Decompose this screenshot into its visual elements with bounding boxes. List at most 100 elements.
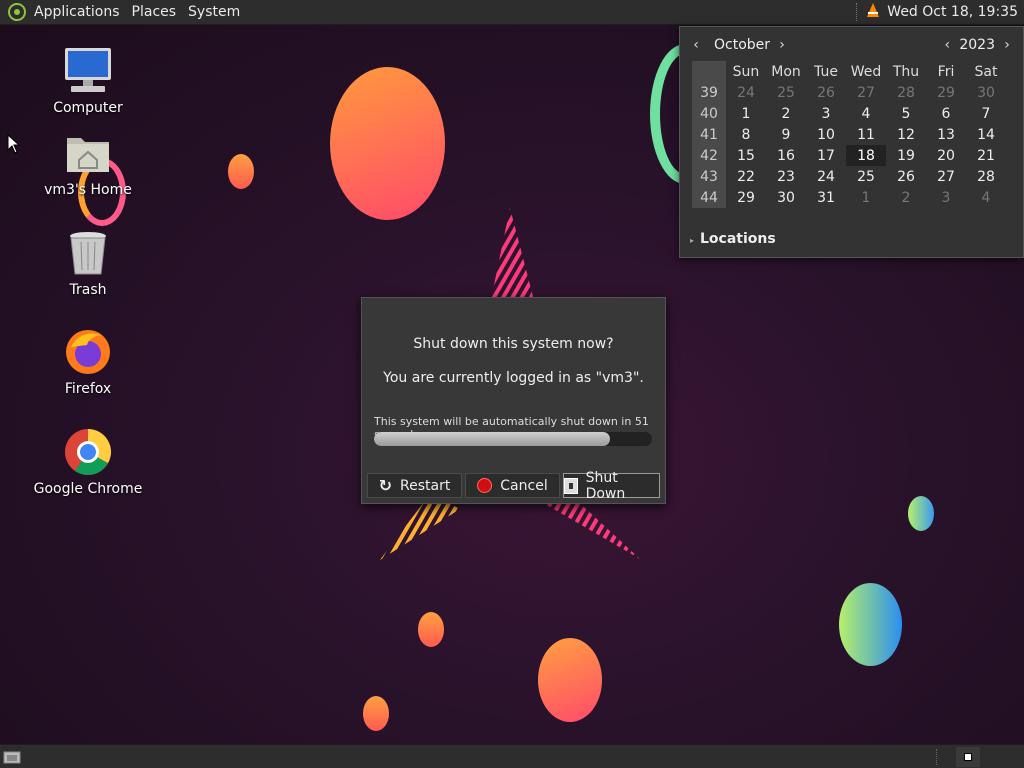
- calendar-day[interactable]: 28: [886, 82, 926, 103]
- calendar-day[interactable]: 15: [726, 145, 766, 166]
- show-desktop-icon[interactable]: [3, 749, 21, 764]
- calendar-day[interactable]: 24: [726, 82, 766, 103]
- calendar-day[interactable]: 13: [926, 124, 966, 145]
- calendar-day[interactable]: 8: [726, 124, 766, 145]
- restart-button[interactable]: ↻ Restart: [367, 473, 462, 498]
- desktop-icon-home[interactable]: vm3's Home: [28, 128, 148, 198]
- calendar-day[interactable]: 27: [846, 82, 886, 103]
- next-year-icon[interactable]: ›: [999, 37, 1015, 53]
- bottom-panel: [0, 744, 1024, 768]
- calendar-day[interactable]: 3: [926, 187, 966, 208]
- desktop-icon-chrome[interactable]: Google Chrome: [28, 427, 148, 497]
- panel-right-area: Wed Oct 18, 19:35: [856, 2, 1024, 22]
- desktop-icon-firefox[interactable]: Firefox: [28, 327, 148, 397]
- panel-clock[interactable]: Wed Oct 18, 19:35: [881, 4, 1018, 20]
- restart-label: Restart: [400, 477, 451, 494]
- restart-icon: ↻: [378, 476, 393, 495]
- calendar-day[interactable]: 4: [966, 187, 1006, 208]
- weeknum-header: [692, 61, 726, 82]
- dialog-button-row: ↻ Restart Cancel Shut Down: [367, 470, 660, 502]
- week-number: 42: [692, 145, 726, 166]
- calendar-day[interactable]: 26: [886, 166, 926, 187]
- shutdown-button[interactable]: Shut Down: [563, 470, 660, 502]
- calendar-day[interactable]: 18: [846, 145, 886, 166]
- calendar-day[interactable]: 10: [806, 124, 846, 145]
- desktop-icon-computer[interactable]: Computer: [28, 46, 148, 116]
- expander-arrow-icon: ▸: [690, 236, 695, 245]
- locations-expander[interactable]: ▸ Locations: [690, 231, 776, 247]
- distro-logo-icon[interactable]: [6, 1, 28, 23]
- cancel-icon: [477, 478, 493, 493]
- calendar-week-row: 40 1 2 3 4 5 6 7: [692, 103, 1006, 124]
- desktop-icon-label: vm3's Home: [44, 182, 132, 198]
- calendar-day[interactable]: 2: [766, 103, 806, 124]
- calendar-day[interactable]: 1: [726, 103, 766, 124]
- calendar-day[interactable]: 24: [806, 166, 846, 187]
- calendar-day[interactable]: 1: [846, 187, 886, 208]
- computer-icon: [63, 46, 113, 96]
- locations-label: Locations: [700, 231, 776, 247]
- calendar-day[interactable]: 7: [966, 103, 1006, 124]
- calendar-day[interactable]: 27: [926, 166, 966, 187]
- applications-menu[interactable]: Applications: [28, 4, 126, 20]
- shutdown-icon: [564, 477, 578, 494]
- calendar-day[interactable]: 21: [966, 145, 1006, 166]
- calendar-day[interactable]: 28: [966, 166, 1006, 187]
- calendar-day[interactable]: 30: [766, 187, 806, 208]
- calendar-year: 2023: [959, 37, 995, 53]
- weekday-label: Thu: [892, 63, 920, 80]
- calendar-day[interactable]: 9: [766, 124, 806, 145]
- week-number: 43: [692, 166, 726, 187]
- calendar-day[interactable]: 25: [846, 166, 886, 187]
- calendar-day[interactable]: 29: [726, 187, 766, 208]
- system-menu[interactable]: System: [182, 4, 246, 20]
- calendar-day[interactable]: 11: [846, 124, 886, 145]
- cancel-button[interactable]: Cancel: [465, 473, 560, 498]
- weekday-label: Sat: [974, 63, 998, 80]
- firefox-icon: [63, 327, 113, 377]
- weekday-label: Fri: [937, 63, 955, 80]
- calendar-day[interactable]: 16: [766, 145, 806, 166]
- week-number: 39: [692, 82, 726, 103]
- week-number: 44: [692, 187, 726, 208]
- weekday-label: Sun: [732, 63, 760, 80]
- calendar-day[interactable]: 6: [926, 103, 966, 124]
- calendar-day[interactable]: 19: [886, 145, 926, 166]
- prev-year-icon[interactable]: ‹: [939, 37, 955, 53]
- week-number: 40: [692, 103, 726, 124]
- calendar-month: October: [714, 37, 771, 53]
- calendar-day[interactable]: 23: [766, 166, 806, 187]
- desktop-icon-trash[interactable]: Trash: [28, 228, 148, 298]
- calendar-day[interactable]: 14: [966, 124, 1006, 145]
- calendar-week-row: 43 22 23 24 25 26 27 28: [692, 166, 1006, 187]
- prev-month-icon[interactable]: ‹: [688, 37, 704, 53]
- calendar-day[interactable]: 17: [806, 145, 846, 166]
- calendar-day[interactable]: 4: [846, 103, 886, 124]
- calendar-day[interactable]: 29: [926, 82, 966, 103]
- calendar-week-row: 41 8 9 10 11 12 13 14: [692, 124, 1006, 145]
- weekday-label: Wed: [850, 63, 882, 80]
- workspace-switcher[interactable]: [956, 747, 980, 767]
- chrome-icon: [63, 427, 113, 477]
- mouse-cursor-icon: [7, 134, 21, 154]
- calendar-day[interactable]: 26: [806, 82, 846, 103]
- next-month-icon[interactable]: ›: [774, 37, 790, 53]
- calendar-day[interactable]: 2: [886, 187, 926, 208]
- calendar-day[interactable]: 30: [966, 82, 1006, 103]
- calendar-day[interactable]: 31: [806, 187, 846, 208]
- desktop-icon-label: Google Chrome: [33, 481, 143, 497]
- calendar-grid: Sun Mon Tue Wed Thu Fri Sat 39 24 25 26 27 28…: [692, 61, 1006, 208]
- calendar-day[interactable]: 25: [766, 82, 806, 103]
- trash-icon: [63, 228, 113, 278]
- calendar-day[interactable]: 5: [886, 103, 926, 124]
- calendar-day[interactable]: 12: [886, 124, 926, 145]
- wallpaper-orange-ellipse: [538, 638, 602, 722]
- desktop-icon-label: Firefox: [64, 381, 112, 397]
- vlc-tray-icon[interactable]: [865, 2, 881, 22]
- countdown-progress-fill: [374, 432, 611, 446]
- calendar-day[interactable]: 22: [726, 166, 766, 187]
- places-menu[interactable]: Places: [126, 4, 183, 20]
- calendar-day[interactable]: 3: [806, 103, 846, 124]
- calendar-popup: ‹ October › ‹ 2023 › Sun Mon Tue Wed Thu…: [679, 26, 1024, 258]
- calendar-day[interactable]: 20: [926, 145, 966, 166]
